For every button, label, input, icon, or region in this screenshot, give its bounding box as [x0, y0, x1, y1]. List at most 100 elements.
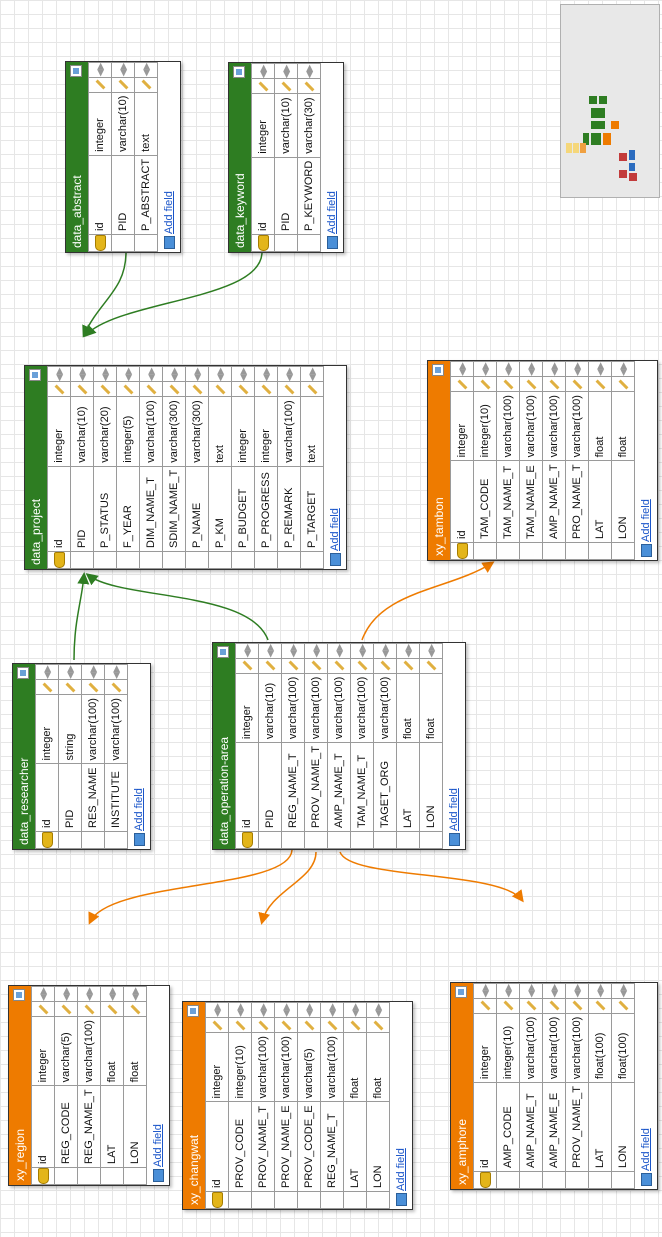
add-field-link[interactable]: Add field	[133, 788, 145, 831]
field-row[interactable]: PROV_NAME_T varchar(100) ◀▶	[251, 1002, 275, 1209]
pencil-icon[interactable]	[350, 658, 374, 674]
move-arrows-icon[interactable]: ◀▶	[116, 366, 140, 382]
move-arrows-icon[interactable]: ◀▶	[373, 643, 397, 659]
table-title[interactable]: xy_tambon	[428, 361, 450, 560]
pencil-icon[interactable]	[88, 77, 112, 93]
pencil-icon[interactable]	[93, 381, 117, 397]
add-field-icon[interactable]	[133, 833, 145, 846]
add-field-icon[interactable]	[395, 1193, 407, 1206]
field-row[interactable]: LON float ◀▶	[366, 1002, 390, 1209]
field-row[interactable]: id integer ◀▶	[473, 983, 497, 1189]
pencil-icon[interactable]	[611, 998, 635, 1014]
move-arrows-icon[interactable]: ◀▶	[450, 361, 474, 377]
field-row[interactable]: AMP_CODE integer(10) ◀▶	[496, 983, 520, 1189]
field-row[interactable]: P_NAME varchar(300) ◀▶	[185, 366, 209, 569]
move-arrows-icon[interactable]: ◀▶	[519, 361, 543, 377]
field-row[interactable]: P_REMARK varchar(100) ◀▶	[277, 366, 301, 569]
add-field-icon[interactable]	[152, 1169, 164, 1182]
move-arrows-icon[interactable]: ◀▶	[611, 361, 635, 377]
move-arrows-icon[interactable]: ◀▶	[231, 366, 255, 382]
field-row[interactable]: id integer ◀▶	[205, 1002, 229, 1209]
table-icon[interactable]	[29, 369, 41, 382]
pencil-icon[interactable]	[304, 658, 328, 674]
field-row[interactable]: REG_CODE varchar(5) ◀▶	[54, 986, 78, 1185]
pencil-icon[interactable]	[320, 1017, 344, 1033]
pencil-icon[interactable]	[81, 679, 105, 695]
field-row[interactable]: PID string ◀▶	[58, 664, 82, 849]
pencil-icon[interactable]	[343, 1017, 367, 1033]
move-arrows-icon[interactable]: ◀▶	[542, 983, 566, 999]
pencil-icon[interactable]	[47, 381, 71, 397]
field-row[interactable]: PID varchar(10) ◀▶	[258, 643, 282, 849]
pencil-icon[interactable]	[162, 381, 186, 397]
pencil-icon[interactable]	[588, 376, 612, 392]
field-row[interactable]: id integer ◀▶	[251, 63, 275, 252]
move-arrows-icon[interactable]: ◀▶	[565, 361, 589, 377]
add-field-link[interactable]: Add field	[329, 508, 341, 551]
field-row[interactable]: LON float(100) ◀▶	[611, 983, 635, 1189]
pencil-icon[interactable]	[185, 381, 209, 397]
table-icon[interactable]	[13, 989, 25, 1002]
field-row[interactable]: id integer ◀▶	[35, 664, 59, 849]
pencil-icon[interactable]	[419, 658, 443, 674]
move-arrows-icon[interactable]: ◀▶	[542, 361, 566, 377]
field-row[interactable]: LON float ◀▶	[123, 986, 147, 1185]
pencil-icon[interactable]	[205, 1017, 229, 1033]
pencil-icon[interactable]	[139, 381, 163, 397]
add-field-icon[interactable]	[640, 1173, 652, 1186]
move-arrows-icon[interactable]: ◀▶	[258, 643, 282, 659]
add-field-link[interactable]: Add field	[395, 1148, 407, 1191]
pencil-icon[interactable]	[123, 1001, 147, 1017]
pencil-icon[interactable]	[565, 376, 589, 392]
field-row[interactable]: P_TARGET text ◀▶	[300, 366, 324, 569]
field-row[interactable]: TAM_NAME_T varchar(100) ◀▶	[350, 643, 374, 849]
move-arrows-icon[interactable]: ◀▶	[47, 366, 71, 382]
pencil-icon[interactable]	[611, 376, 635, 392]
move-arrows-icon[interactable]: ◀▶	[88, 62, 112, 78]
move-arrows-icon[interactable]: ◀▶	[70, 366, 94, 382]
field-row[interactable]: PID varchar(10) ◀▶	[274, 63, 298, 252]
table-title[interactable]: data_project	[25, 366, 47, 569]
pencil-icon[interactable]	[70, 381, 94, 397]
field-row[interactable]: id integer ◀▶	[31, 986, 55, 1185]
move-arrows-icon[interactable]: ◀▶	[139, 366, 163, 382]
move-arrows-icon[interactable]: ◀▶	[366, 1002, 390, 1018]
table-title[interactable]: data_operation-area	[213, 642, 235, 849]
move-arrows-icon[interactable]: ◀▶	[251, 1002, 275, 1018]
move-arrows-icon[interactable]: ◀▶	[251, 63, 275, 79]
pencil-icon[interactable]	[327, 658, 351, 674]
pencil-icon[interactable]	[519, 376, 543, 392]
pencil-icon[interactable]	[542, 376, 566, 392]
pencil-icon[interactable]	[231, 381, 255, 397]
table-data-abstract[interactable]: data_abstract id integer ◀▶ PID varchar(10) ◀▶…	[65, 60, 181, 253]
move-arrows-icon[interactable]: ◀▶	[350, 643, 374, 659]
move-arrows-icon[interactable]: ◀▶	[297, 63, 321, 79]
pencil-icon[interactable]	[228, 1017, 252, 1033]
pencil-icon[interactable]	[54, 1001, 78, 1017]
table-title[interactable]: xy_changwat	[183, 1002, 205, 1209]
move-arrows-icon[interactable]: ◀▶	[396, 643, 420, 659]
move-arrows-icon[interactable]: ◀▶	[519, 983, 543, 999]
add-field-link[interactable]: Add field	[640, 1128, 652, 1171]
table-title[interactable]: data_keyword	[229, 63, 251, 252]
table-icon[interactable]	[217, 645, 229, 658]
move-arrows-icon[interactable]: ◀▶	[228, 1002, 252, 1018]
move-arrows-icon[interactable]: ◀▶	[205, 1002, 229, 1018]
field-row[interactable]: LON float ◀▶	[611, 361, 635, 560]
move-arrows-icon[interactable]: ◀▶	[343, 1002, 367, 1018]
field-row[interactable]: P_BUDGET integer ◀▶	[231, 366, 255, 569]
field-row[interactable]: DIM_NAME_T varchar(100) ◀▶	[139, 366, 163, 569]
table-xy-tambon[interactable]: xy_tambon id integer ◀▶ TAM_CODE integer(10) ◀…	[427, 360, 658, 561]
move-arrows-icon[interactable]: ◀▶	[81, 664, 105, 680]
pencil-icon[interactable]	[31, 1001, 55, 1017]
add-field-icon[interactable]	[326, 236, 338, 249]
move-arrows-icon[interactable]: ◀▶	[496, 361, 520, 377]
move-arrows-icon[interactable]: ◀▶	[31, 986, 55, 1002]
pencil-icon[interactable]	[297, 1017, 321, 1033]
move-arrows-icon[interactable]: ◀▶	[104, 664, 128, 680]
move-arrows-icon[interactable]: ◀▶	[235, 643, 259, 659]
field-row[interactable]: PROV_NAME_E varchar(100) ◀▶	[274, 1002, 298, 1209]
field-row[interactable]: REG_NAME_T varchar(100) ◀▶	[281, 643, 305, 849]
field-row[interactable]: P_ABSTRACT text ◀▶	[134, 62, 158, 252]
field-row[interactable]: TAM_NAME_T varchar(100) ◀▶	[496, 361, 520, 560]
